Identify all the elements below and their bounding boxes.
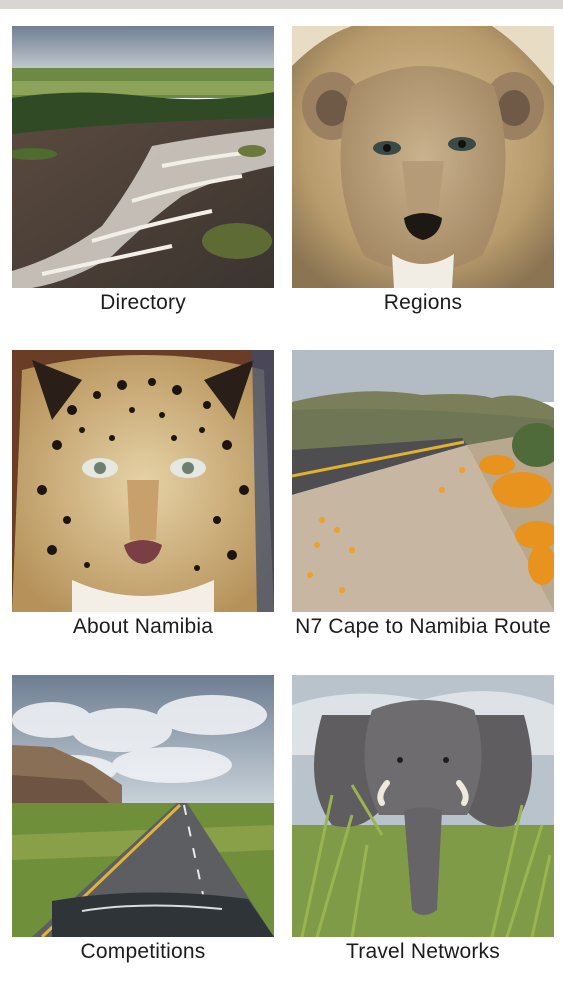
- tile-label[interactable]: Competitions: [0, 940, 294, 964]
- directory-image[interactable]: [12, 26, 274, 288]
- tile-label[interactable]: Travel Networks: [272, 940, 563, 964]
- tile-directory[interactable]: Directory: [12, 26, 274, 314]
- tile-competitions[interactable]: Competitions: [12, 675, 274, 963]
- tile-label[interactable]: N7 Cape to Namibia Route: [272, 615, 563, 639]
- tile-travel-networks[interactable]: Travel Networks: [292, 675, 554, 963]
- tile-regions[interactable]: Regions: [292, 26, 554, 314]
- tile-label[interactable]: About Namibia: [0, 615, 294, 639]
- travel-networks-image[interactable]: [292, 675, 554, 937]
- regions-image[interactable]: [292, 26, 554, 288]
- n7-route-image[interactable]: [292, 350, 554, 612]
- tile-grid: Directory Regions About Namibia N7 Cape …: [0, 0, 563, 1000]
- tile-label[interactable]: Regions: [272, 291, 563, 315]
- tile-about-namibia[interactable]: About Namibia: [12, 350, 274, 638]
- competitions-image[interactable]: [12, 675, 274, 937]
- tile-n7-route[interactable]: N7 Cape to Namibia Route: [292, 350, 554, 638]
- about-namibia-image[interactable]: [12, 350, 274, 612]
- tile-label[interactable]: Directory: [0, 291, 294, 315]
